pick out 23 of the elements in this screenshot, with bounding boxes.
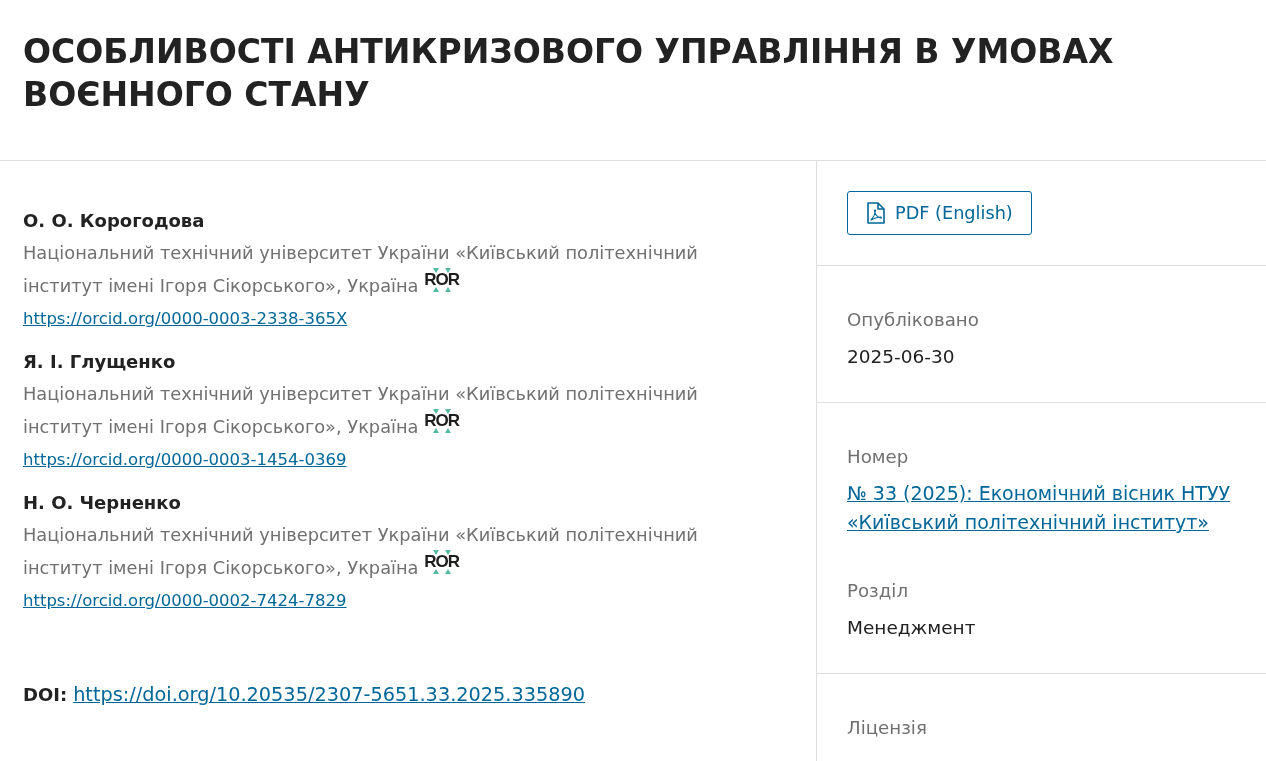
author-name: Н. О. Черненко bbox=[23, 491, 181, 515]
detail-value: 2025-06-30 bbox=[847, 345, 956, 369]
ror-logo: ROR bbox=[424, 550, 459, 574]
pdf-download-button[interactable]: PDF (English) bbox=[847, 191, 1032, 235]
detail-label: Опубліковано bbox=[847, 308, 980, 332]
doi-link[interactable]: https://doi.org/10.20535/2307-5651.33.2025.335890 bbox=[73, 680, 586, 710]
author-name: Я. І. Глущенко bbox=[23, 350, 176, 374]
affiliation-text: Національний технічний університет України «Київський політехнічний інститут імені Ігоря Сікорського», Україна ROR bbox=[23, 382, 699, 439]
pdf-file-icon bbox=[866, 202, 886, 224]
orcid-link[interactable]: https://orcid.org/0000-0003-2338-365X bbox=[23, 309, 348, 328]
ror-logo: ROR bbox=[424, 409, 459, 433]
affiliation-text: Національний технічний університет України «Київський політехнічний інститут імені Ігоря Сікорського», Україна ROR bbox=[23, 241, 699, 298]
author-name: О. О. Корогодова bbox=[23, 209, 205, 233]
detail-label: Розділ bbox=[847, 579, 910, 603]
article-title: ОСОБЛИВОСТІ АНТИКРИЗОВОГО УПРАВЛІННЯ В УМОВАХ ВОЄННОГО СТАНУ bbox=[23, 31, 1115, 116]
orcid-link[interactable]: https://orcid.org/0000-0003-1454-0369 bbox=[23, 450, 347, 469]
detail-value: Менеджмент bbox=[847, 616, 977, 640]
detail-label: Номер bbox=[847, 445, 910, 469]
ror-logo: ROR bbox=[424, 268, 459, 292]
orcid-link[interactable]: https://orcid.org/0000-0002-7424-7829 bbox=[23, 591, 347, 610]
issue-link[interactable]: № 33 (2025): Економічний вісник НТУУ «Київський політехнічний інститут» bbox=[847, 479, 1236, 537]
doi-label: DOI: bbox=[23, 683, 68, 707]
affiliation-text: Національний технічний університет України «Київський політехнічний інститут імені Ігоря Сікорського», Україна ROR bbox=[23, 523, 699, 580]
